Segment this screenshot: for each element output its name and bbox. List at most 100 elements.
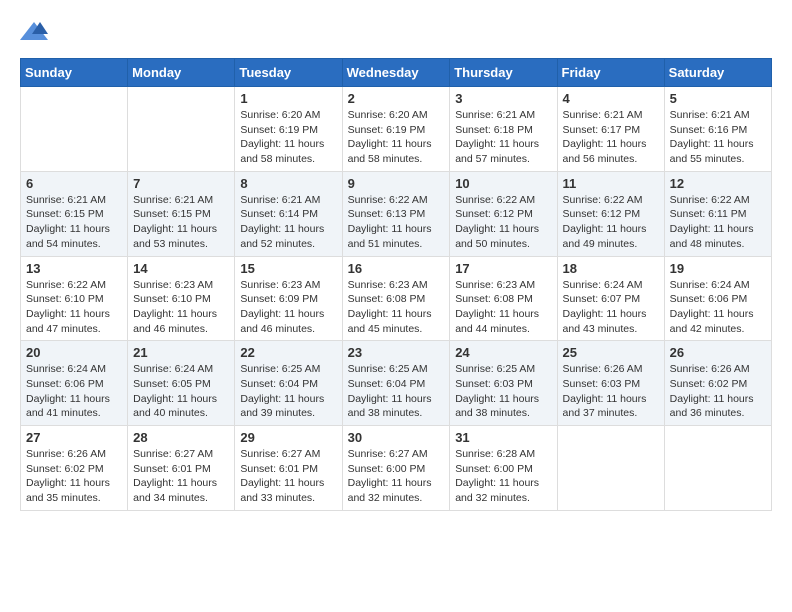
day-number: 20 — [26, 345, 122, 360]
day-number: 17 — [455, 261, 551, 276]
day-info: Sunrise: 6:21 AM Sunset: 6:16 PM Dayligh… — [670, 108, 766, 167]
calendar-cell: 29 Sunrise: 6:27 AM Sunset: 6:01 PM Dayli… — [235, 426, 342, 511]
day-number: 4 — [563, 91, 659, 106]
day-number: 7 — [133, 176, 229, 191]
day-of-week-header: Wednesday — [342, 59, 450, 87]
day-info: Sunrise: 6:23 AM Sunset: 6:09 PM Dayligh… — [240, 278, 336, 337]
day-info: Sunrise: 6:25 AM Sunset: 6:04 PM Dayligh… — [348, 362, 445, 421]
calendar-cell: 22Sunrise: 6:25 AM Sunset: 6:04 PM Dayli… — [235, 341, 342, 426]
day-info: Sunrise: 6:26 AM Sunset: 6:02 PM Dayligh… — [670, 362, 766, 421]
logo — [20, 20, 52, 42]
calendar-cell: 24 Sunrise: 6:25 AM Sunset: 6:03 PM Dayli… — [450, 341, 557, 426]
day-info: Sunrise: 6:24 AM Sunset: 6:06 PM Dayligh… — [670, 278, 766, 337]
day-info: Sunrise: 6:26 AM Sunset: 6:03 PM Dayligh… — [563, 362, 659, 421]
day-number: 1 — [240, 91, 336, 106]
calendar-cell: 31 Sunrise: 6:28 AM Sunset: 6:00 PM Dayli… — [450, 426, 557, 511]
day-number: 15 — [240, 261, 336, 276]
day-info: Sunrise: 6:24 AM Sunset: 6:05 PM Dayligh… — [133, 362, 229, 421]
day-number: 9 — [348, 176, 445, 191]
day-info: Sunrise: 6:25 AM Sunset: 6:03 PM Dayligh… — [455, 362, 551, 421]
day-info: Sunrise: 6:27 AM Sunset: 6:01 PM Dayligh… — [133, 447, 229, 506]
logo-icon — [20, 20, 48, 42]
calendar-cell: 30 Sunrise: 6:27 AM Sunset: 6:00 PM Dayli… — [342, 426, 450, 511]
calendar-cell: 25 Sunrise: 6:26 AM Sunset: 6:03 PM Dayli… — [557, 341, 664, 426]
day-number: 16 — [348, 261, 445, 276]
page-header — [20, 20, 772, 42]
day-number: 8 — [240, 176, 336, 191]
day-info: Sunrise: 6:23 AM Sunset: 6:08 PM Dayligh… — [455, 278, 551, 337]
day-of-week-header: Sunday — [21, 59, 128, 87]
day-info: Sunrise: 6:22 AM Sunset: 6:12 PM Dayligh… — [563, 193, 659, 252]
calendar-cell: 20 Sunrise: 6:24 AM Sunset: 6:06 PM Dayli… — [21, 341, 128, 426]
day-number: 30 — [348, 430, 445, 445]
day-info: Sunrise: 6:23 AM Sunset: 6:08 PM Dayligh… — [348, 278, 445, 337]
day-number: 23 — [348, 345, 445, 360]
calendar-week-row: 6 Sunrise: 6:21 AM Sunset: 6:15 PM Daylig… — [21, 171, 772, 256]
calendar-table: SundayMondayTuesdayWednesdayThursdayFrid… — [20, 58, 772, 511]
day-number: 22 — [240, 345, 336, 360]
day-info: Sunrise: 6:22 AM Sunset: 6:13 PM Dayligh… — [348, 193, 445, 252]
day-number: 29 — [240, 430, 336, 445]
day-info: Sunrise: 6:21 AM Sunset: 6:18 PM Dayligh… — [455, 108, 551, 167]
day-info: Sunrise: 6:21 AM Sunset: 6:14 PM Dayligh… — [240, 193, 336, 252]
calendar-cell: 15 Sunrise: 6:23 AM Sunset: 6:09 PM Dayli… — [235, 256, 342, 341]
day-number: 31 — [455, 430, 551, 445]
day-info: Sunrise: 6:27 AM Sunset: 6:01 PM Dayligh… — [240, 447, 336, 506]
day-of-week-header: Friday — [557, 59, 664, 87]
day-number: 19 — [670, 261, 766, 276]
day-info: Sunrise: 6:22 AM Sunset: 6:12 PM Dayligh… — [455, 193, 551, 252]
calendar-cell: 7 Sunrise: 6:21 AM Sunset: 6:15 PM Daylig… — [128, 171, 235, 256]
calendar-cell: 4 Sunrise: 6:21 AM Sunset: 6:17 PM Daylig… — [557, 87, 664, 172]
calendar-week-row: 13 Sunrise: 6:22 AM Sunset: 6:10 PM Dayli… — [21, 256, 772, 341]
calendar-cell — [557, 426, 664, 511]
day-info: Sunrise: 6:21 AM Sunset: 6:15 PM Dayligh… — [26, 193, 122, 252]
calendar-cell: 5Sunrise: 6:21 AM Sunset: 6:16 PM Daylig… — [664, 87, 771, 172]
day-number: 26 — [670, 345, 766, 360]
calendar-cell: 10 Sunrise: 6:22 AM Sunset: 6:12 PM Dayli… — [450, 171, 557, 256]
calendar-cell: 13 Sunrise: 6:22 AM Sunset: 6:10 PM Dayli… — [21, 256, 128, 341]
day-number: 25 — [563, 345, 659, 360]
day-number: 27 — [26, 430, 122, 445]
calendar-cell: 14Sunrise: 6:23 AM Sunset: 6:10 PM Dayli… — [128, 256, 235, 341]
day-number: 10 — [455, 176, 551, 191]
calendar-cell: 2Sunrise: 6:20 AM Sunset: 6:19 PM Daylig… — [342, 87, 450, 172]
calendar-week-row: 1 Sunrise: 6:20 AM Sunset: 6:19 PM Daylig… — [21, 87, 772, 172]
day-number: 12 — [670, 176, 766, 191]
day-number: 28 — [133, 430, 229, 445]
day-number: 18 — [563, 261, 659, 276]
calendar-cell: 19 Sunrise: 6:24 AM Sunset: 6:06 PM Dayli… — [664, 256, 771, 341]
day-number: 2 — [348, 91, 445, 106]
day-info: Sunrise: 6:23 AM Sunset: 6:10 PM Dayligh… — [133, 278, 229, 337]
calendar-header-row: SundayMondayTuesdayWednesdayThursdayFrid… — [21, 59, 772, 87]
day-number: 6 — [26, 176, 122, 191]
calendar-cell — [664, 426, 771, 511]
calendar-cell: 27 Sunrise: 6:26 AM Sunset: 6:02 PM Dayli… — [21, 426, 128, 511]
calendar-cell: 26 Sunrise: 6:26 AM Sunset: 6:02 PM Dayli… — [664, 341, 771, 426]
day-info: Sunrise: 6:21 AM Sunset: 6:17 PM Dayligh… — [563, 108, 659, 167]
day-info: Sunrise: 6:28 AM Sunset: 6:00 PM Dayligh… — [455, 447, 551, 506]
day-info: Sunrise: 6:24 AM Sunset: 6:06 PM Dayligh… — [26, 362, 122, 421]
day-number: 13 — [26, 261, 122, 276]
calendar-cell: 16 Sunrise: 6:23 AM Sunset: 6:08 PM Dayli… — [342, 256, 450, 341]
calendar-cell: 1 Sunrise: 6:20 AM Sunset: 6:19 PM Daylig… — [235, 87, 342, 172]
day-of-week-header: Tuesday — [235, 59, 342, 87]
day-info: Sunrise: 6:21 AM Sunset: 6:15 PM Dayligh… — [133, 193, 229, 252]
day-of-week-header: Thursday — [450, 59, 557, 87]
calendar-cell: 6 Sunrise: 6:21 AM Sunset: 6:15 PM Daylig… — [21, 171, 128, 256]
calendar-cell: 21 Sunrise: 6:24 AM Sunset: 6:05 PM Dayli… — [128, 341, 235, 426]
day-number: 24 — [455, 345, 551, 360]
calendar-week-row: 20 Sunrise: 6:24 AM Sunset: 6:06 PM Dayli… — [21, 341, 772, 426]
day-info: Sunrise: 6:22 AM Sunset: 6:10 PM Dayligh… — [26, 278, 122, 337]
day-info: Sunrise: 6:27 AM Sunset: 6:00 PM Dayligh… — [348, 447, 445, 506]
calendar-cell: 8 Sunrise: 6:21 AM Sunset: 6:14 PM Daylig… — [235, 171, 342, 256]
calendar-cell: 11Sunrise: 6:22 AM Sunset: 6:12 PM Dayli… — [557, 171, 664, 256]
day-info: Sunrise: 6:26 AM Sunset: 6:02 PM Dayligh… — [26, 447, 122, 506]
calendar-cell: 18 Sunrise: 6:24 AM Sunset: 6:07 PM Dayli… — [557, 256, 664, 341]
day-number: 21 — [133, 345, 229, 360]
calendar-cell: 12Sunrise: 6:22 AM Sunset: 6:11 PM Dayli… — [664, 171, 771, 256]
calendar-cell: 23 Sunrise: 6:25 AM Sunset: 6:04 PM Dayli… — [342, 341, 450, 426]
day-info: Sunrise: 6:24 AM Sunset: 6:07 PM Dayligh… — [563, 278, 659, 337]
calendar-cell — [128, 87, 235, 172]
calendar-week-row: 27 Sunrise: 6:26 AM Sunset: 6:02 PM Dayli… — [21, 426, 772, 511]
day-info: Sunrise: 6:20 AM Sunset: 6:19 PM Dayligh… — [240, 108, 336, 167]
